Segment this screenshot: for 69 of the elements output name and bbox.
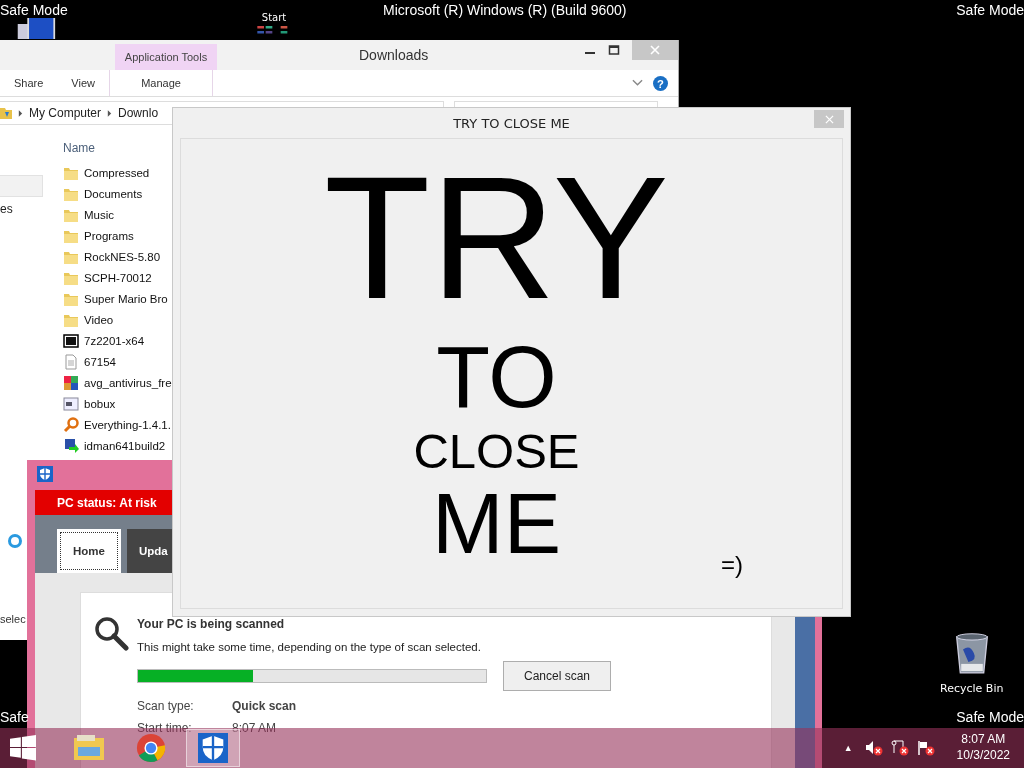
file-name[interactable]: Everything-1.4.1. xyxy=(84,418,171,431)
scan-title: Your PC is being scanned xyxy=(137,617,286,631)
clock-date[interactable]: 10/3/2022 xyxy=(956,748,1010,764)
nav-item-highlight xyxy=(0,175,43,197)
busy-ring-icon xyxy=(7,533,23,549)
scan-note: This might take some time, depending on the type of scan selected. xyxy=(137,641,482,653)
flag-error-icon[interactable] xyxy=(916,740,935,756)
file-name[interactable]: Compressed xyxy=(84,166,150,179)
computer-icon[interactable] xyxy=(16,18,56,39)
start-label: Start xyxy=(261,12,287,23)
tab[interactable]: Home xyxy=(57,529,121,573)
file-name[interactable]: Documents xyxy=(84,187,143,200)
cancel-scan-button[interactable]: Cancel scan xyxy=(503,661,611,691)
file-name[interactable]: 67154 xyxy=(84,355,116,368)
nav-item[interactable]: es xyxy=(0,202,13,216)
clock-time[interactable]: 8:07 AM xyxy=(961,732,1006,748)
column-header[interactable]: Name xyxy=(63,133,172,162)
detail-value: Quick scan xyxy=(232,699,297,713)
magnifier-icon xyxy=(63,416,79,433)
breadcrumb-arrow-icon xyxy=(107,109,113,117)
smiley-text: =) xyxy=(721,551,743,579)
ribbon-tab[interactable]: Share xyxy=(0,70,58,96)
file-name[interactable]: Music xyxy=(84,208,115,221)
detail-label: Scan type: xyxy=(137,699,195,713)
safe-mode-label: Safe Mode xyxy=(956,709,1024,725)
file-name[interactable]: avg_antivirus_fre xyxy=(84,376,172,389)
window-title: Downloads xyxy=(359,47,429,63)
big-text: TRY xyxy=(324,151,669,325)
chevron-icon[interactable] xyxy=(632,79,643,87)
browser-icon[interactable] xyxy=(135,733,167,763)
network-error-icon[interactable] xyxy=(890,740,909,756)
file-name[interactable]: 7z2201-x64 xyxy=(84,334,145,347)
ribbon-tab[interactable]: Manage xyxy=(109,70,213,96)
installer-icon xyxy=(63,437,79,454)
recycle-bin-icon[interactable] xyxy=(953,632,990,676)
context-tab-group: Application Tools xyxy=(115,44,217,70)
file-name[interactable]: Programs xyxy=(84,229,134,242)
safe-mode-label: Safe Mode xyxy=(956,2,1024,18)
search-icon xyxy=(93,615,129,651)
breadcrumb-arrow-icon xyxy=(18,109,23,117)
window-title: TRY TO CLOSE ME xyxy=(453,115,570,131)
folder-icon xyxy=(0,106,12,120)
file-name[interactable]: idman641build2 xyxy=(84,439,166,452)
breadcrumb-item[interactable]: My Computer xyxy=(29,106,102,120)
maximize-icon[interactable] xyxy=(608,44,620,56)
breadcrumb-item[interactable]: Downlo xyxy=(118,106,159,120)
file-name[interactable]: RockNES-5.80 xyxy=(84,250,161,263)
build-label: Microsoft (R) Windows (R) (Build 9600) xyxy=(383,2,627,18)
shield-icon[interactable] xyxy=(197,733,229,763)
status-text: selec xyxy=(0,613,26,625)
speaker-muted-icon[interactable] xyxy=(864,740,883,756)
folder-icon[interactable] xyxy=(73,733,105,763)
big-text: CLOSE xyxy=(413,427,580,476)
file-name[interactable]: Super Mario Bro xyxy=(84,292,168,305)
colored-squares-icon xyxy=(63,374,79,391)
big-text: TO xyxy=(436,333,557,421)
shield-icon xyxy=(37,466,53,482)
recycle-bin-label: Recycle Bin xyxy=(940,682,1004,695)
file-name[interactable]: SCPH-70012 xyxy=(84,271,152,284)
document-icon xyxy=(63,353,79,370)
help-icon[interactable]: ? xyxy=(653,75,668,91)
tray-arrow[interactable]: ▲ xyxy=(843,743,853,753)
file-name[interactable]: bobux xyxy=(84,397,116,410)
archive-icon xyxy=(63,332,79,349)
ribbon-tab[interactable]: View xyxy=(57,70,109,96)
application-icon xyxy=(63,395,79,412)
safe-mode-label: Safe Mode xyxy=(0,2,68,18)
file-name[interactable]: Video xyxy=(84,313,114,326)
windows-logo-icon[interactable] xyxy=(10,735,36,761)
